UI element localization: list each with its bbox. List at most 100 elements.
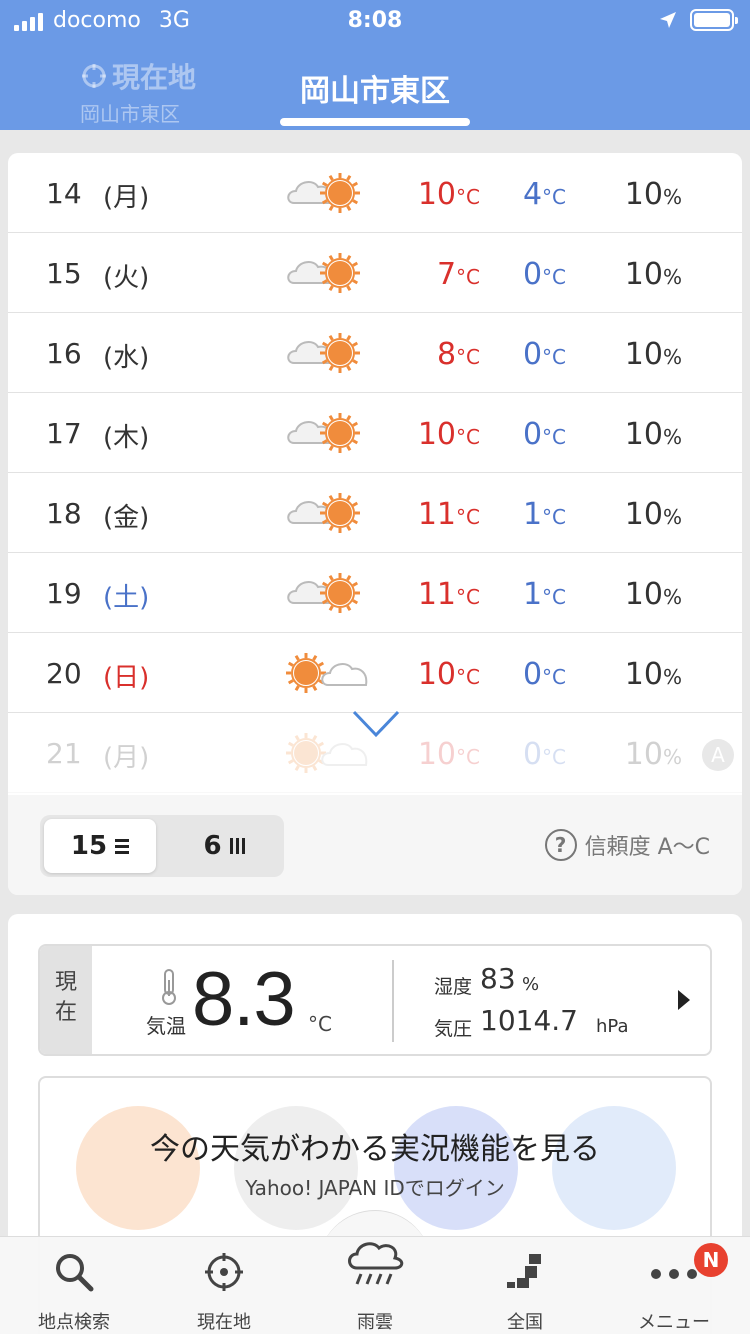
forecast-date: 16 bbox=[46, 337, 82, 370]
forecast-weekday: (月) bbox=[103, 183, 150, 213]
nav-national[interactable] bbox=[465, 1250, 585, 1294]
promo-title: 今の天気がわかる実況機能を見る bbox=[150, 1132, 600, 1167]
tab-okayama-higashi[interactable]: 岡山市東区 bbox=[280, 66, 470, 110]
forecast-high-unit: °C bbox=[456, 425, 480, 449]
forecast-precip-unit: % bbox=[662, 345, 682, 369]
divider bbox=[392, 960, 394, 1042]
forecast-low: 0°C bbox=[478, 257, 566, 292]
forecast-low-value: 0 bbox=[522, 417, 543, 452]
location-arrow-icon bbox=[660, 12, 676, 28]
nav-search-label: 地点検索 bbox=[38, 1312, 110, 1333]
nav-search[interactable] bbox=[14, 1250, 134, 1294]
forecast-low-value: 4 bbox=[522, 177, 543, 212]
tab-current-location-title-row: 現在地 bbox=[80, 56, 205, 96]
forecast-high: 7°C bbox=[368, 257, 480, 292]
forecast-high: 10°C bbox=[368, 177, 480, 212]
toggle-6-day-button[interactable]: 6 bbox=[168, 819, 280, 873]
cloud-sun-icon bbox=[287, 573, 360, 613]
app-header: docomo 3G 8:08 現在地 岡山市東区 岡山市東区 bbox=[0, 0, 750, 130]
status-bar: docomo 3G 8:08 bbox=[0, 0, 750, 40]
tab-current-location-title: 現在地 bbox=[112, 61, 197, 94]
forecast-precip: 10% bbox=[588, 577, 682, 612]
current-label-char: 現 bbox=[54, 970, 77, 995]
search-icon bbox=[56, 1254, 94, 1292]
reliability-label: 信頼度 A〜C bbox=[584, 835, 710, 860]
forecast-date: 20 bbox=[46, 657, 82, 690]
nav-current-location[interactable] bbox=[164, 1250, 284, 1294]
battery-icon bbox=[690, 9, 738, 31]
status-time: 8:08 bbox=[347, 8, 403, 33]
current-conditions[interactable]: 現在 気温 8.3 °C 湿度 83 % 気圧 1014.7 hPa bbox=[38, 944, 712, 1056]
forecast-row[interactable]: 14 (月) 10°C 4°C 10% bbox=[8, 153, 742, 233]
list-icon bbox=[115, 838, 130, 854]
forecast-low: 1°C bbox=[478, 577, 566, 612]
forecast-row[interactable]: 19 (土) 11°C 1°C 10% bbox=[8, 553, 742, 633]
forecast-high-unit: °C bbox=[456, 185, 480, 209]
forecast-card: 14 (月) 10°C 4°C 10% 15 (火) 7°C 0°C 10% 16 (水) 8°C 0°C… bbox=[8, 153, 742, 895]
forecast-weekday: (木) bbox=[103, 423, 150, 453]
forecast-precip-unit: % bbox=[662, 425, 682, 449]
reliability-badge: A bbox=[702, 739, 734, 771]
forecast-low-value: 0 bbox=[522, 737, 543, 772]
forecast-date: 14 bbox=[46, 177, 82, 210]
forecast-footer: 15 6 ? 信頼度 A〜C bbox=[8, 795, 742, 895]
forecast-high: 11°C bbox=[368, 577, 480, 612]
forecast-precip: 10% bbox=[588, 737, 682, 772]
nav-rain-cloud-label: 雨雲 bbox=[357, 1312, 393, 1333]
forecast-precip-value: 10 bbox=[624, 257, 663, 292]
forecast-high-value: 10 bbox=[417, 417, 457, 452]
forecast-low-unit: °C bbox=[542, 185, 566, 209]
nav-rain-cloud[interactable] bbox=[315, 1236, 435, 1290]
forecast-precip: 10% bbox=[588, 337, 682, 372]
humidity-unit: % bbox=[522, 974, 540, 995]
forecast-low-value: 1 bbox=[522, 577, 543, 612]
pressure-unit: hPa bbox=[596, 1016, 629, 1037]
columns-icon bbox=[229, 838, 245, 854]
forecast-low-unit: °C bbox=[542, 345, 566, 369]
forecast-precip: 10% bbox=[588, 417, 682, 452]
forecast-precip: 10% bbox=[588, 657, 682, 692]
forecast-low: 0°C bbox=[478, 737, 566, 772]
forecast-low: 0°C bbox=[478, 337, 566, 372]
crosshair-icon bbox=[205, 1253, 243, 1291]
forecast-row[interactable]: 20 (日) 10°C 0°C 10% bbox=[8, 633, 742, 713]
reliability-info[interactable]: ? 信頼度 A〜C bbox=[544, 829, 710, 861]
forecast-row[interactable]: 15 (火) 7°C 0°C 10% bbox=[8, 233, 742, 313]
forecast-high-value: 11 bbox=[417, 497, 457, 532]
temperature-label: 気温 bbox=[146, 1014, 186, 1038]
chevron-down-icon[interactable] bbox=[351, 709, 401, 739]
humidity-label: 湿度 bbox=[434, 976, 473, 998]
forecast-high-unit: °C bbox=[456, 345, 480, 369]
pressure-label: 気圧 bbox=[434, 1018, 473, 1040]
forecast-weekday: (水) bbox=[103, 343, 150, 373]
forecast-row[interactable]: 18 (金) 11°C 1°C 10% bbox=[8, 473, 742, 553]
forecast-high-unit: °C bbox=[456, 585, 480, 609]
forecast-row[interactable]: 17 (木) 10°C 0°C 10% bbox=[8, 393, 742, 473]
forecast-low-unit: °C bbox=[542, 665, 566, 689]
forecast-high-value: 11 bbox=[417, 577, 457, 612]
forecast-high: 8°C bbox=[368, 337, 480, 372]
forecast-high-unit: °C bbox=[456, 665, 480, 689]
nav-menu-label: メニュー bbox=[638, 1312, 710, 1333]
forecast-precip-unit: % bbox=[662, 665, 682, 689]
forecast-row[interactable]: 16 (水) 8°C 0°C 10% bbox=[8, 313, 742, 393]
forecast-high-unit: °C bbox=[456, 745, 480, 769]
tab-current-location-subtitle: 岡山市東区 bbox=[80, 102, 180, 126]
forecast-precip-unit: % bbox=[662, 185, 682, 209]
forecast-low-unit: °C bbox=[542, 745, 566, 769]
forecast-weekday: (金) bbox=[103, 503, 150, 533]
humidity-value: 83 bbox=[480, 962, 516, 995]
forecast-low-value: 0 bbox=[522, 337, 543, 372]
promo-login-link[interactable]: Yahoo! JAPAN IDでログイン bbox=[40, 1172, 710, 1201]
cloud-sun-icon bbox=[287, 253, 360, 293]
forecast-low-unit: °C bbox=[542, 425, 566, 449]
forecast-high-value: 10 bbox=[417, 177, 457, 212]
forecast-low: 4°C bbox=[478, 177, 566, 212]
tab-current-location[interactable]: 現在地 岡山市東区 bbox=[80, 56, 205, 127]
forecast-high-value: 10 bbox=[417, 737, 457, 772]
toggle-15-day-button[interactable]: 15 bbox=[44, 819, 156, 873]
cloud-sun-icon bbox=[287, 173, 360, 213]
forecast-low-value: 0 bbox=[522, 257, 543, 292]
forecast-date: 19 bbox=[46, 577, 82, 610]
temperature-value: 8.3 bbox=[192, 957, 296, 1042]
